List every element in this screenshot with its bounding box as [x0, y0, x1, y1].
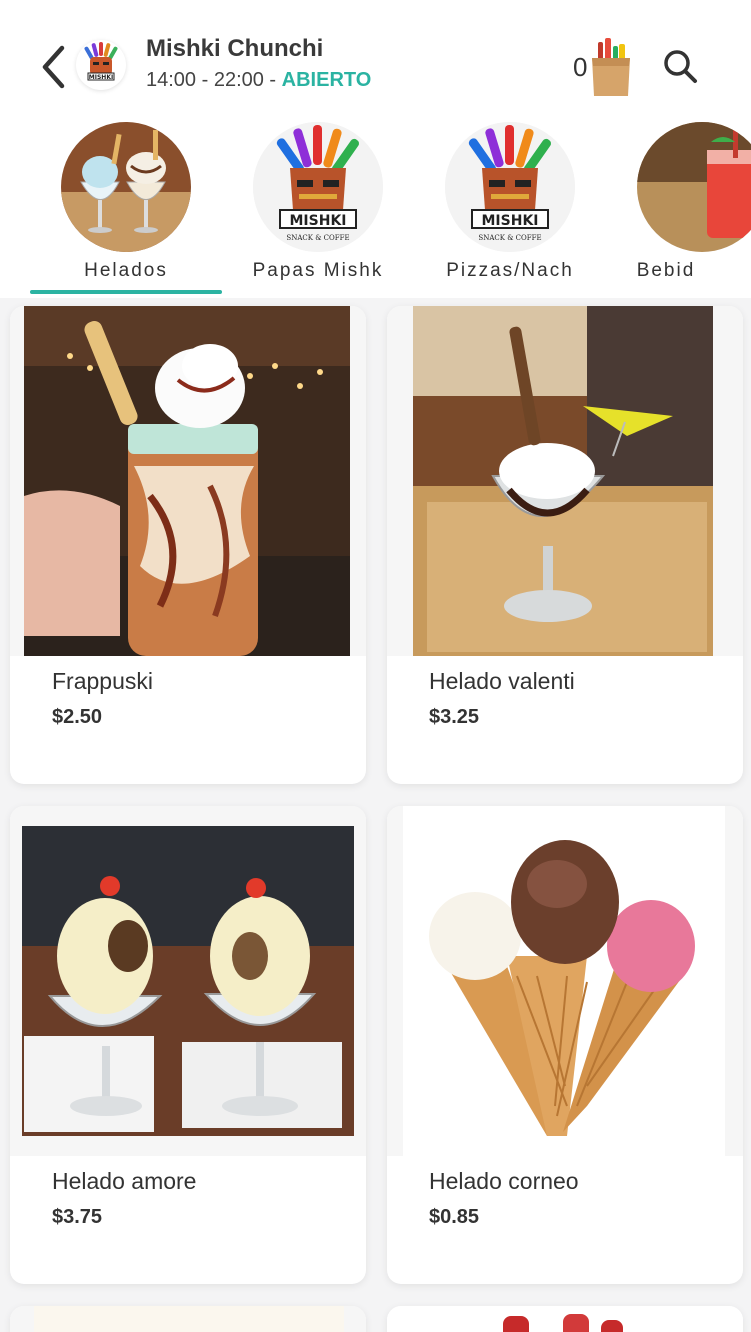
cart-count: 0: [573, 52, 588, 82]
product-name: Helado corneo: [429, 1168, 579, 1194]
product-photo: [10, 306, 366, 656]
product-photo: [387, 306, 743, 656]
product-name: Helado amore: [52, 1168, 197, 1194]
shopping-bag-icon: [592, 38, 630, 96]
svg-text:MISHKI: MISHKI: [89, 74, 113, 81]
category-tab-bebidas[interactable]: Bebid: [606, 120, 751, 298]
category-label: Bebid: [636, 260, 696, 281]
search-button[interactable]: [660, 46, 700, 86]
store-status: ABIERTO: [281, 69, 372, 91]
product-card-partial[interactable]: [387, 1306, 743, 1332]
product-photo: [387, 1306, 743, 1332]
category-label: Pizzas/Nach: [446, 260, 574, 281]
store-name: Mishki Chunchi: [146, 35, 324, 62]
product-price: $3.25: [429, 706, 480, 728]
product-price: $3.75: [52, 1206, 103, 1228]
app-header: MISHKI Mishki Chunchi 14:00 - 22:00 - AB…: [0, 0, 751, 120]
product-card-helado-corneo[interactable]: Helado corneo $0.85: [387, 806, 743, 1284]
svg-text:MISHKI: MISHKI: [482, 213, 539, 229]
product-grid: Frappuski $2.50 Helado valenti $3.25 Hel…: [0, 298, 751, 1332]
chevron-left-icon: [42, 45, 65, 89]
product-card-helado-valenti[interactable]: Helado valenti $3.25: [387, 306, 743, 784]
product-name: Helado valenti: [429, 668, 575, 694]
category-tabs: Helados MISHKI SNACK & COFFE Papas Mishk…: [0, 120, 751, 298]
store-hours-text: 14:00 - 22:00 -: [146, 69, 282, 91]
svg-text:MISHKI: MISHKI: [290, 213, 347, 229]
product-card-frappuski[interactable]: Frappuski $2.50: [10, 306, 366, 784]
product-name: Frappuski: [52, 668, 153, 694]
product-photo: [387, 806, 743, 1156]
category-image-helados: [61, 122, 191, 252]
svg-text:SNACK & COFFE: SNACK & COFFE: [286, 234, 349, 242]
category-tab-papas[interactable]: MISHKI SNACK & COFFE Papas Mishk: [222, 120, 414, 298]
product-card-helado-amore[interactable]: Helado amore $3.75: [10, 806, 366, 1284]
category-image-bebidas: [637, 122, 751, 252]
category-image-logo: MISHKI SNACK & COFFE: [253, 122, 383, 252]
product-photo: [10, 806, 366, 1156]
category-image-logo: MISHKI SNACK & COFFE: [445, 122, 575, 252]
product-price: $0.85: [429, 1206, 480, 1228]
category-label: Helados: [84, 260, 168, 281]
selected-tab-indicator: [30, 290, 222, 294]
back-button[interactable]: [36, 44, 70, 90]
store-logo: MISHKI: [76, 40, 126, 90]
svg-text:SNACK & COFFE: SNACK & COFFE: [478, 234, 541, 242]
product-card-partial[interactable]: [10, 1306, 366, 1332]
search-icon: [664, 50, 697, 83]
product-price: $2.50: [52, 706, 103, 728]
category-label: Papas Mishk: [252, 260, 384, 281]
category-tab-pizzas[interactable]: MISHKI SNACK & COFFE Pizzas/Nach: [414, 120, 606, 298]
product-photo: [10, 1306, 366, 1332]
store-hours: 14:00 - 22:00 - ABIERTO: [146, 69, 371, 92]
category-tab-helados[interactable]: Helados: [30, 120, 222, 298]
cart-button[interactable]: 0: [570, 36, 636, 100]
